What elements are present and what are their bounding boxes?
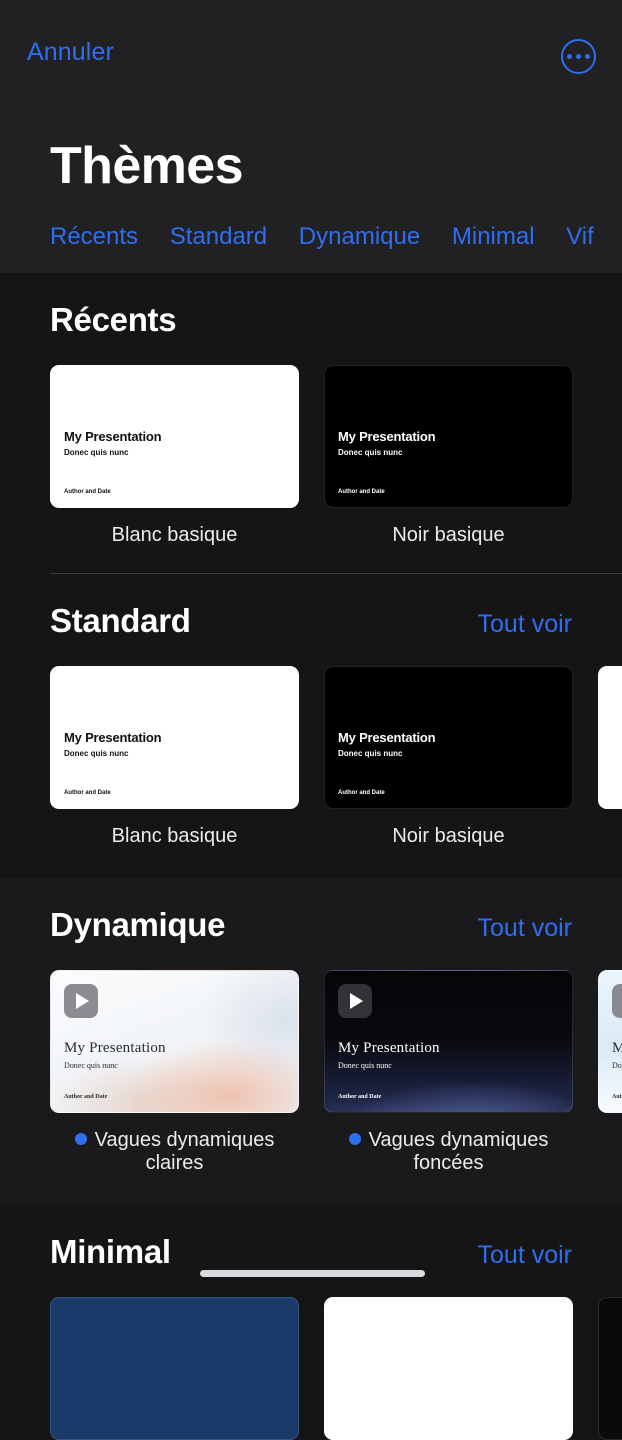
theme-thumbnail-partial[interactable]: My Presentation Donec quis nunc Author a… [598,970,622,1113]
more-dot-1 [567,54,572,59]
slide-subtitle: Donec quis nunc [64,1061,118,1070]
theme-thumbnail-blanc-basique[interactable]: My Presentation Donec quis nunc Author a… [50,666,299,809]
slide-subtitle: Donec quis nunc [612,1061,622,1070]
slide-subtitle: Donec quis nunc [338,749,403,758]
theme-thumbnail-noir-basique[interactable]: My Presentation Donec quis nunc Author a… [324,666,573,809]
slide-title: My Presentation [64,730,162,745]
dynamic-badge-dot [348,1133,361,1145]
slide-author: Author and Date [64,1094,108,1100]
more-dot-3 [585,54,590,59]
slide-title: My Presentation [338,730,436,745]
section-minimal: Minimal Tout voir [0,1205,622,1440]
play-icon [338,984,372,1018]
theme-cell[interactable]: My Presentation Donec quis nunc Author a… [324,365,573,547]
tab-standard[interactable]: Standard [170,223,267,251]
theme-cell[interactable]: My Presentation Donec quis nunc Author a… [50,365,299,547]
title-bar: Thèmes [0,95,622,195]
tab-minimal[interactable]: Minimal [452,223,535,251]
see-all-button-standard[interactable]: Tout voir [478,610,572,639]
theme-row-recents[interactable]: My Presentation Donec quis nunc Author a… [0,339,622,547]
theme-row-standard[interactable]: My Presentation Donec quis nunc Author a… [0,640,622,848]
theme-thumbnail-minimal-blue[interactable] [50,1297,299,1440]
cancel-button[interactable]: Annuler [27,38,114,67]
theme-caption: Noir basique [392,524,505,546]
slide-subtitle: Donec quis nunc [338,448,403,457]
theme-caption-wrap: Vagues dynamiques claires [50,1113,299,1175]
play-icon [612,984,622,1018]
theme-thumbnail-noir-basique[interactable]: My Presentation Donec quis nunc Author a… [324,365,573,508]
section-header-minimal: Minimal Tout voir [0,1205,622,1271]
theme-cell[interactable]: My Presentation Donec quis nunc Author a… [324,666,573,848]
section-title: Dynamique [50,906,226,943]
slide-title: My Presentation [612,1040,622,1057]
themes-scroll-content[interactable]: Récents My Presentation Donec quis nunc … [0,273,622,1440]
section-title: Minimal [50,1233,171,1270]
theme-cell[interactable]: My Presentation Donec quis nunc Author a… [50,666,299,848]
theme-cell-partial[interactable]: My Presentation Donec quis nunc Author a… [598,970,622,1175]
more-circle-icon[interactable] [561,39,596,74]
theme-caption: Noir basique [392,825,505,847]
section-header-recents: Récents [0,273,622,339]
navigation-bar: Annuler [0,0,622,95]
theme-thumbnail-partial[interactable] [598,1297,622,1440]
slide-author: Author and Date [338,1094,382,1100]
section-header-dynamique: Dynamique Tout voir [0,878,622,944]
tab-dynamique[interactable]: Dynamique [299,223,420,251]
slide-author: Author and Date [612,1094,622,1100]
section-standard: Standard Tout voir My Presentation Donec… [0,574,622,878]
theme-caption: Vagues dynamiques claires [94,1129,275,1174]
horizontal-scroll-indicator[interactable] [200,1270,425,1277]
theme-cell[interactable]: My Presentation Donec quis nunc Author a… [50,970,299,1175]
slide-title: My Presentation [64,429,162,444]
section-title: Standard [50,602,191,639]
slide-author: Author and Date [64,489,111,495]
theme-thumbnail-blanc-basique[interactable]: My Presentation Donec quis nunc Author a… [50,365,299,508]
slide-author: Author and Date [338,489,385,495]
slide-title: My Presentation [338,429,436,444]
theme-caption: Blanc basique [111,825,238,847]
see-all-button-minimal[interactable]: Tout voir [478,1241,572,1270]
see-all-button-dynamique[interactable]: Tout voir [478,914,572,943]
tab-vif[interactable]: Vif [566,223,594,251]
tab-recents[interactable]: Récents [50,223,138,251]
slide-subtitle: Donec quis nunc [338,1061,392,1070]
theme-row-minimal[interactable] [0,1271,622,1440]
theme-thumbnail-partial[interactable] [598,666,622,809]
theme-cell[interactable] [50,1297,299,1440]
dynamic-badge-dot [74,1133,87,1145]
section-recents: Récents My Presentation Donec quis nunc … [0,273,622,574]
page-title: Thèmes [50,137,244,195]
slide-author: Author and Date [338,790,385,796]
theme-thumbnail-vagues-foncees[interactable]: My Presentation Donec quis nunc Author a… [324,970,573,1113]
theme-thumbnail-minimal-white[interactable] [324,1297,573,1440]
slide-title: My Presentation [338,1040,440,1056]
theme-caption: Blanc basique [111,524,238,546]
theme-thumbnail-vagues-claires[interactable]: My Presentation Donec quis nunc Author a… [50,970,299,1113]
play-icon [64,984,98,1018]
theme-caption: Vagues dynamiques foncées [368,1129,549,1174]
theme-row-dynamique[interactable]: My Presentation Donec quis nunc Author a… [0,944,622,1175]
theme-caption-wrap: Vagues dynamiques foncées [324,1113,573,1175]
theme-cell-partial[interactable] [598,1297,622,1440]
more-dot-2 [576,54,581,59]
slide-subtitle: Donec quis nunc [64,749,129,758]
section-title: Récents [50,301,177,338]
section-header-standard: Standard Tout voir [0,574,622,640]
theme-cell-partial[interactable] [598,666,622,848]
theme-cell[interactable]: My Presentation Donec quis nunc Author a… [324,970,573,1175]
theme-cell[interactable] [324,1297,573,1440]
slide-subtitle: Donec quis nunc [64,448,129,457]
category-tab-strip[interactable]: Récents Standard Dynamique Minimal Vif É [0,195,622,273]
slide-author: Author and Date [64,790,111,796]
section-dynamique: Dynamique Tout voir My Presentation Done… [0,878,622,1205]
slide-title: My Presentation [64,1040,166,1056]
